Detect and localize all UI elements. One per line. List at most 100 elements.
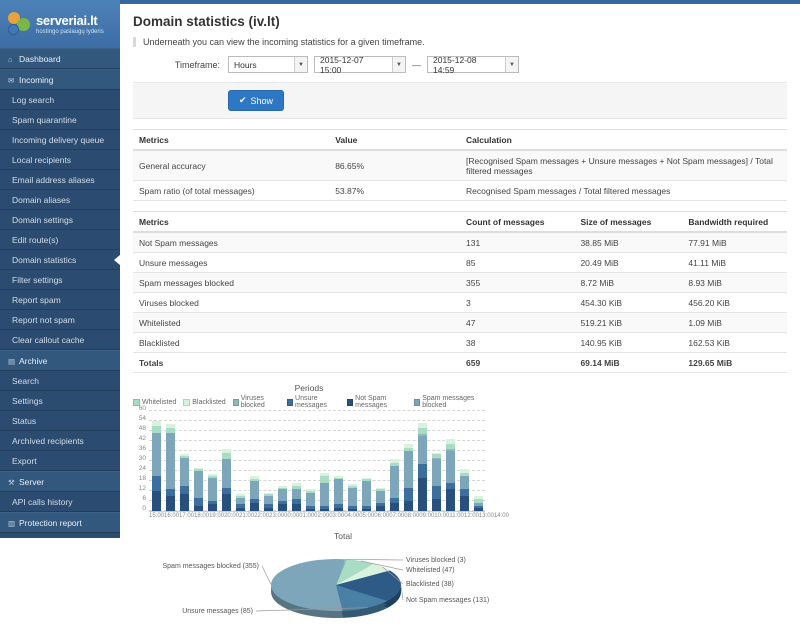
stacked-bar [208, 474, 217, 511]
x-axis-label: 08:00 [404, 513, 419, 519]
sidebar-item-domain-aliases[interactable]: Domain aliases [0, 190, 120, 210]
sidebar-item-archived-recipients[interactable]: Archived recipients [0, 431, 120, 451]
stacked-bar [194, 468, 203, 511]
table-cell: 659 [460, 353, 574, 373]
sidebar-item-log-search[interactable]: Log search [0, 90, 120, 110]
stacked-bar [390, 459, 399, 511]
sidebar-item-local-recipients[interactable]: Local recipients [0, 150, 120, 170]
sidebar-item-incoming-delivery-queue[interactable]: Incoming delivery queue [0, 130, 120, 150]
main-content: Domain statistics (iv.lt) Underneath you… [120, 0, 800, 538]
sidebar-item-incoming[interactable]: ✉Incoming [0, 69, 120, 90]
bar-segment [460, 476, 469, 489]
table-cell: 69.14 MiB [574, 353, 682, 373]
sidebar-item-domain-statistics[interactable]: Domain statistics [0, 250, 120, 270]
inbox-icon: ✉ [8, 76, 19, 85]
timeframe-period-select[interactable]: Hours ▼ [228, 56, 308, 73]
sidebar-item-report-spam[interactable]: Report spam [0, 290, 120, 310]
bar-segment [432, 486, 441, 499]
sidebar-item-server[interactable]: ⚒Server [0, 471, 120, 492]
stacked-bar [222, 449, 231, 511]
bar-segment [376, 506, 385, 511]
table-row: Spam ratio (of total messages)53.87%Reco… [133, 181, 787, 201]
range-separator: — [412, 60, 421, 70]
bar-slot [457, 412, 471, 511]
column-header: Value [329, 130, 460, 151]
bar-segment [418, 478, 427, 511]
sidebar-item-protection-report[interactable]: ▥Protection report [0, 512, 120, 533]
stacked-bar [474, 496, 483, 511]
sidebar-item-settings[interactable]: Settings [0, 391, 120, 411]
table-row: Viruses blocked3454.30 KiB456.20 KiB [133, 293, 787, 313]
x-axis-label: 13:00 [479, 513, 494, 519]
bar-segment [306, 509, 315, 511]
logo-tagline: hostingo paslaugų lyderis [36, 29, 104, 35]
x-axis-label: 18:00 [194, 513, 209, 519]
column-header: Metrics [133, 212, 460, 233]
bar-segment [334, 508, 343, 511]
show-button[interactable]: ✔ Show [228, 90, 284, 111]
x-axis-label: 05:00 [359, 513, 374, 519]
sidebar-item-filter-settings[interactable]: Filter settings [0, 270, 120, 290]
bar-chart-x-axis: 15:0016:0017:0018:0019:0020:0021:0022:00… [149, 513, 485, 519]
bar-slot [247, 412, 261, 511]
y-axis-label: 48 [133, 425, 146, 432]
table-cell: 38.85 MiB [574, 232, 682, 253]
sidebar-item-domain-settings[interactable]: Domain settings [0, 210, 120, 230]
stacked-bar [306, 489, 315, 511]
bar-slot [387, 412, 401, 511]
x-axis-label: 01:00 [299, 513, 314, 519]
y-axis-label: 36 [133, 445, 146, 452]
bar-segment [264, 508, 273, 511]
sidebar-item-archive[interactable]: ▤Archive [0, 350, 120, 371]
sidebar-item-spam-quarantine[interactable]: Spam quarantine [0, 110, 120, 130]
bar-segment [222, 494, 231, 511]
y-axis-label: 24 [133, 465, 146, 472]
bar-segment [250, 481, 259, 499]
stacked-bar [348, 484, 357, 511]
bar-segment [404, 501, 413, 511]
sidebar-item-search[interactable]: Search [0, 371, 120, 391]
sidebar-item-label: Search [12, 376, 39, 386]
sidebar-item-edit-route-s-[interactable]: Edit route(s) [0, 230, 120, 250]
x-axis-label: 03:00 [329, 513, 344, 519]
timeframe-label: Timeframe: [133, 60, 228, 70]
sidebar-item-report-not-spam[interactable]: Report not spam [0, 310, 120, 330]
legend-label: Blacklisted [192, 399, 225, 406]
logo[interactable]: serveriai.lt hostingo paslaugų lyderis [0, 0, 120, 48]
bar-segment [432, 459, 441, 486]
table-cell: 1.09 MiB [682, 313, 787, 333]
stacked-bar [292, 483, 301, 511]
bar-segment [222, 488, 231, 495]
sidebar-item-status[interactable]: Status [0, 411, 120, 431]
table-cell: 129.65 MiB [682, 353, 787, 373]
stacked-bar [418, 423, 427, 511]
table-cell: 53.87% [329, 181, 460, 201]
bar-segment [348, 488, 357, 506]
table-row: Unsure messages8520.49 MiB41.11 MiB [133, 253, 787, 273]
stacked-bar [250, 476, 259, 511]
sidebar-item-email-address-aliases[interactable]: Email address aliases [0, 170, 120, 190]
bar-segment [222, 459, 231, 487]
table-cell: Viruses blocked [133, 293, 460, 313]
table-cell: 8.93 MiB [682, 273, 787, 293]
legend-item: Viruses blocked [233, 395, 280, 409]
bar-segment [292, 489, 301, 499]
timeframe-from-select[interactable]: 2015-12-07 15:00 ▼ [314, 56, 406, 73]
timeframe-to-select[interactable]: 2015-12-08 14:59 ▼ [427, 56, 519, 73]
stacked-bar [180, 454, 189, 511]
sidebar-item-label: Spam quarantine [12, 115, 77, 125]
stacked-bar [404, 444, 413, 511]
bar-segment [460, 489, 469, 496]
bar-segment [278, 489, 287, 501]
report-icon: ▥ [8, 519, 19, 528]
sidebar-item-api-calls-history[interactable]: API calls history [0, 492, 120, 512]
bar-slot [443, 412, 457, 511]
chevron-down-icon: ▼ [294, 57, 307, 72]
sidebar-item-clear-callout-cache[interactable]: Clear callout cache [0, 330, 120, 350]
chevron-down-icon: ▼ [505, 57, 518, 72]
stacked-bar [460, 469, 469, 511]
sidebar-item-on-demand-domain-report[interactable]: On-demand domain report [0, 533, 120, 538]
sidebar-item-label: Local recipients [12, 155, 71, 165]
sidebar-item-export[interactable]: Export [0, 451, 120, 471]
sidebar-item-dashboard[interactable]: ⌂Dashboard [0, 48, 120, 69]
